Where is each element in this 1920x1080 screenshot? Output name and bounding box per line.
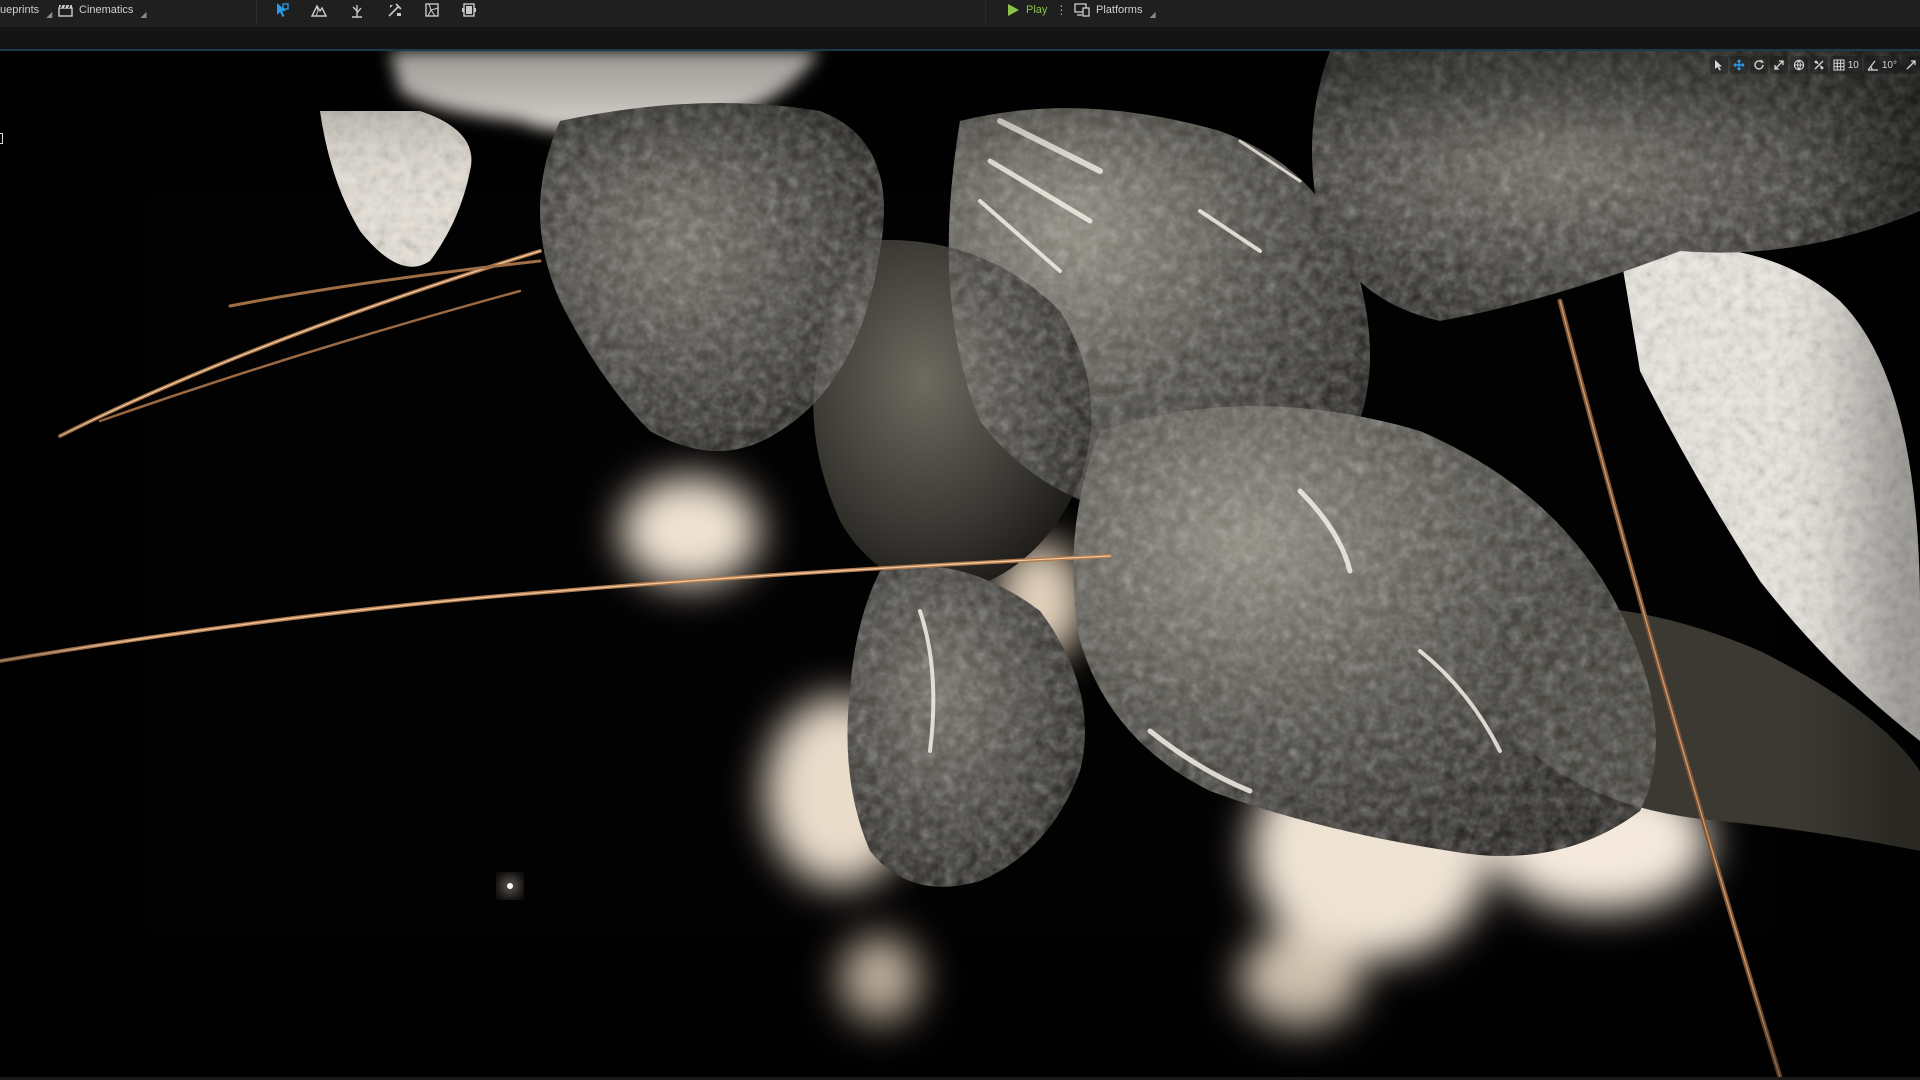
toolbar-divider (985, 0, 986, 26)
play-label: Play (1026, 4, 1048, 16)
cinematics-clapper-icon (58, 4, 73, 17)
level-viewport[interactable] (0, 51, 1920, 1077)
modeling-mode-icon (462, 3, 476, 17)
cinematics-label: Cinematics (79, 4, 134, 16)
angle-snap-button[interactable]: 10° (1863, 56, 1900, 74)
angle-snap-icon (1867, 60, 1878, 71)
play-button[interactable]: Play ⋮ (1006, 0, 1067, 20)
blueprints-label: ueprints (0, 4, 40, 16)
blueprints-menu[interactable]: ueprints ◢ (0, 0, 52, 20)
landscape-mode-button[interactable] (308, 1, 330, 19)
landscape-mode-icon (311, 4, 327, 17)
mesh-paint-mode-icon (388, 3, 402, 17)
viewport-selection-bracket (0, 133, 3, 144)
play-icon (1008, 4, 1019, 16)
angle-snap-value: 10° (1881, 59, 1897, 71)
viewport-tab-bar (0, 27, 1920, 51)
cinematics-menu[interactable]: Cinematics ◢ (58, 0, 147, 20)
surface-snap-button[interactable] (1809, 56, 1828, 74)
foliage-mode-icon (352, 5, 362, 18)
platforms-label: Platforms (1096, 4, 1143, 16)
translate-tool-button[interactable] (1729, 56, 1748, 74)
rotate-tool-button[interactable] (1749, 56, 1768, 74)
main-toolbar: ueprints ◢ Cinematics ◢ Play ⋮ Platforms… (0, 0, 1920, 27)
platforms-menu[interactable]: Platforms ◢ (1074, 0, 1156, 20)
scale-tool-button[interactable] (1769, 56, 1788, 74)
fracture-mode-button[interactable] (421, 1, 443, 19)
select-mode-icon (277, 3, 289, 17)
world-space-icon (1793, 59, 1804, 71)
rotate-tool-icon (1754, 60, 1764, 70)
play-options-button[interactable]: ⋮ (1055, 3, 1067, 17)
mesh-paint-mode-button[interactable] (384, 1, 406, 19)
scale-tool-icon (1774, 60, 1784, 70)
chevron-down-icon: ◢ (1149, 9, 1156, 19)
viewport-render (0, 51, 1920, 1077)
select-mode-button[interactable] (271, 1, 293, 19)
select-tool-icon (1714, 60, 1722, 71)
maximize-viewport-button[interactable] (1902, 56, 1920, 74)
translate-tool-icon (1733, 59, 1745, 71)
toolbar-divider (256, 0, 257, 26)
platforms-icon (1074, 3, 1090, 17)
fracture-mode-icon (425, 3, 439, 17)
chevron-down-icon: ◢ (46, 9, 53, 19)
grid-snap-button[interactable]: 10 (1829, 56, 1862, 74)
world-space-button[interactable] (1789, 56, 1808, 74)
grid-snap-value: 10 (1847, 59, 1859, 71)
surface-snap-icon (1814, 60, 1824, 70)
chevron-down-icon: ◢ (140, 9, 147, 19)
modeling-mode-button[interactable] (458, 1, 480, 19)
maximize-viewport-icon (1906, 60, 1916, 70)
select-tool-button[interactable] (1709, 56, 1728, 74)
grid-snap-icon (1833, 59, 1845, 71)
viewport-toolbar: 10 10° (1709, 56, 1920, 74)
foliage-mode-button[interactable] (346, 1, 368, 19)
